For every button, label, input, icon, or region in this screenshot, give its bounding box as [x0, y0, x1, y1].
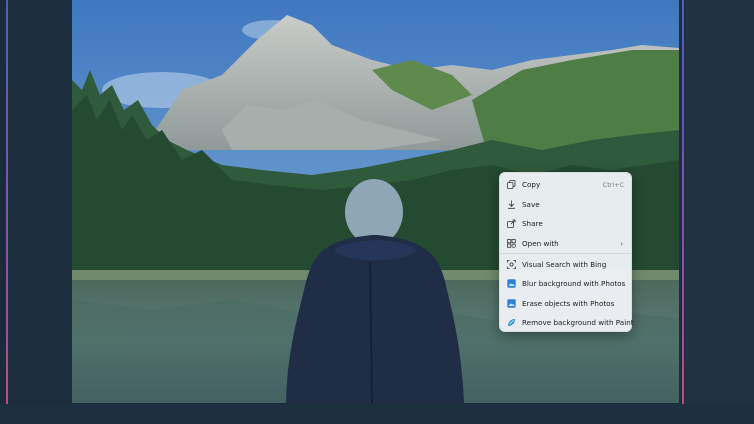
- menu-item-save[interactable]: Save: [500, 195, 631, 215]
- open-with-icon: [507, 239, 516, 248]
- menu-item-blur-background[interactable]: Blur background with Photos: [500, 274, 631, 294]
- photos-blur-icon: [507, 279, 516, 288]
- paint-icon: [507, 318, 516, 327]
- menu-item-label: Share: [522, 219, 543, 229]
- menu-item-open-with[interactable]: Open with ›: [500, 234, 631, 254]
- menu-item-label: Erase objects with Photos: [522, 298, 615, 308]
- download-icon: [507, 200, 516, 209]
- menu-item-label: Save: [522, 199, 540, 209]
- side-panel: [685, 0, 754, 424]
- menu-item-share[interactable]: Share: [500, 214, 631, 234]
- menu-item-label: Open with: [522, 239, 559, 249]
- share-icon: [507, 219, 516, 229]
- menu-item-visual-search[interactable]: Visual Search with Bing: [500, 254, 631, 274]
- menu-item-label: Remove background with Paint: [522, 318, 634, 328]
- menu-item-copy[interactable]: Copy Ctrl+C: [500, 175, 631, 195]
- context-menu: Copy Ctrl+C Save Share Open with › Visua…: [499, 172, 634, 333]
- bottom-bar: [0, 404, 754, 424]
- menu-item-remove-background[interactable]: Remove background with Paint: [500, 313, 634, 333]
- menu-item-erase-objects[interactable]: Erase objects with Photos: [500, 294, 631, 314]
- chevron-right-icon: ›: [620, 239, 623, 248]
- shortcut-label: Ctrl+C: [602, 180, 624, 189]
- copy-icon: [507, 180, 516, 190]
- photos-erase-icon: [507, 299, 516, 308]
- menu-item-label: Blur background with Photos: [522, 279, 626, 289]
- visual-search-icon: [507, 259, 516, 269]
- menu-item-label: Visual Search with Bing: [522, 259, 607, 269]
- menu-item-label: Copy: [522, 180, 541, 190]
